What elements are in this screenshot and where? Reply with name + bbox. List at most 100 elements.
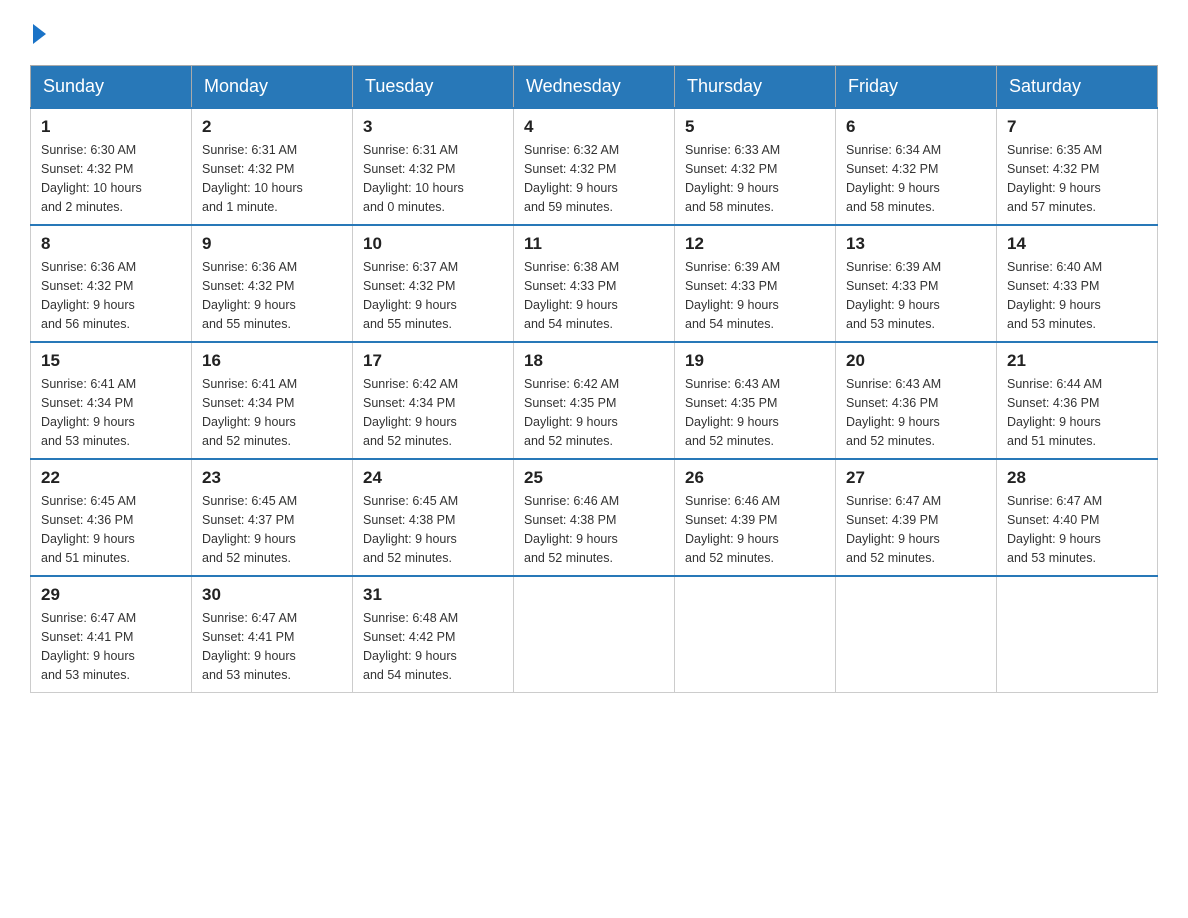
calendar-cell: 21 Sunrise: 6:44 AMSunset: 4:36 PMDayligh… [997,342,1158,459]
calendar-cell: 25Sunrise: 6:46 AMSunset: 4:38 PMDayligh… [514,459,675,576]
calendar-cell: 11 Sunrise: 6:38 AMSunset: 4:33 PMDayligh… [514,225,675,342]
day-number: 16 [202,351,342,371]
day-info: Sunrise: 6:36 AMSunset: 4:32 PMDaylight:… [41,258,181,333]
calendar-table: SundayMondayTuesdayWednesdayThursdayFrid… [30,65,1158,693]
calendar-cell: 10 Sunrise: 6:37 AMSunset: 4:32 PMDayligh… [353,225,514,342]
day-info: Sunrise: 6:31 AMSunset: 4:32 PMDaylight:… [363,141,503,216]
calendar-week-row: 22 Sunrise: 6:45 AMSunset: 4:36 PMDayligh… [31,459,1158,576]
day-number: 15 [41,351,181,371]
day-info: Sunrise: 6:45 AMSunset: 4:38 PMDaylight:… [363,492,503,567]
day-number: 5 [685,117,825,137]
calendar-cell: 9 Sunrise: 6:36 AMSunset: 4:32 PMDaylight… [192,225,353,342]
day-of-week-header: Monday [192,66,353,109]
page-header [30,20,1158,45]
calendar-cell: 31Sunrise: 6:48 AMSunset: 4:42 PMDayligh… [353,576,514,693]
day-of-week-header: Friday [836,66,997,109]
day-number: 2 [202,117,342,137]
calendar-cell: 7 Sunrise: 6:35 AMSunset: 4:32 PMDaylight… [997,108,1158,225]
calendar-cell: 24 Sunrise: 6:45 AMSunset: 4:38 PMDayligh… [353,459,514,576]
calendar-week-row: 29 Sunrise: 6:47 AMSunset: 4:41 PMDayligh… [31,576,1158,693]
day-number: 22 [41,468,181,488]
calendar-cell: 26 Sunrise: 6:46 AMSunset: 4:39 PMDayligh… [675,459,836,576]
day-number: 8 [41,234,181,254]
calendar-week-row: 15 Sunrise: 6:41 AMSunset: 4:34 PMDayligh… [31,342,1158,459]
day-info: Sunrise: 6:34 AMSunset: 4:32 PMDaylight:… [846,141,986,216]
calendar-cell: 4 Sunrise: 6:32 AMSunset: 4:32 PMDaylight… [514,108,675,225]
calendar-cell: 5 Sunrise: 6:33 AMSunset: 4:32 PMDaylight… [675,108,836,225]
day-number: 19 [685,351,825,371]
calendar-cell [997,576,1158,693]
calendar-cell: 18Sunrise: 6:42 AMSunset: 4:35 PMDayligh… [514,342,675,459]
day-info: Sunrise: 6:39 AMSunset: 4:33 PMDaylight:… [685,258,825,333]
calendar-cell: 17 Sunrise: 6:42 AMSunset: 4:34 PMDayligh… [353,342,514,459]
day-number: 21 [1007,351,1147,371]
day-of-week-header: Sunday [31,66,192,109]
day-number: 9 [202,234,342,254]
calendar-cell: 14Sunrise: 6:40 AMSunset: 4:33 PMDayligh… [997,225,1158,342]
calendar-cell: 1Sunrise: 6:30 AMSunset: 4:32 PMDaylight… [31,108,192,225]
day-number: 24 [363,468,503,488]
day-info: Sunrise: 6:47 AMSunset: 4:39 PMDaylight:… [846,492,986,567]
day-info: Sunrise: 6:31 AMSunset: 4:32 PMDaylight:… [202,141,342,216]
calendar-week-row: 1Sunrise: 6:30 AMSunset: 4:32 PMDaylight… [31,108,1158,225]
day-info: Sunrise: 6:46 AMSunset: 4:39 PMDaylight:… [685,492,825,567]
day-number: 11 [524,234,664,254]
day-number: 13 [846,234,986,254]
day-info: Sunrise: 6:39 AMSunset: 4:33 PMDaylight:… [846,258,986,333]
day-number: 4 [524,117,664,137]
calendar-cell: 29 Sunrise: 6:47 AMSunset: 4:41 PMDayligh… [31,576,192,693]
day-info: Sunrise: 6:40 AMSunset: 4:33 PMDaylight:… [1007,258,1147,333]
day-number: 7 [1007,117,1147,137]
day-of-week-header: Saturday [997,66,1158,109]
calendar-cell: 28Sunrise: 6:47 AMSunset: 4:40 PMDayligh… [997,459,1158,576]
calendar-cell: 20 Sunrise: 6:43 AMSunset: 4:36 PMDayligh… [836,342,997,459]
day-info: Sunrise: 6:42 AMSunset: 4:35 PMDaylight:… [524,375,664,450]
day-number: 20 [846,351,986,371]
calendar-cell: 8 Sunrise: 6:36 AMSunset: 4:32 PMDaylight… [31,225,192,342]
calendar-week-row: 8 Sunrise: 6:36 AMSunset: 4:32 PMDaylight… [31,225,1158,342]
day-info: Sunrise: 6:32 AMSunset: 4:32 PMDaylight:… [524,141,664,216]
day-number: 27 [846,468,986,488]
day-info: Sunrise: 6:47 AMSunset: 4:41 PMDaylight:… [202,609,342,684]
calendar-cell: 23Sunrise: 6:45 AMSunset: 4:37 PMDayligh… [192,459,353,576]
day-of-week-header: Tuesday [353,66,514,109]
day-info: Sunrise: 6:47 AMSunset: 4:40 PMDaylight:… [1007,492,1147,567]
day-number: 30 [202,585,342,605]
day-info: Sunrise: 6:36 AMSunset: 4:32 PMDaylight:… [202,258,342,333]
day-number: 29 [41,585,181,605]
calendar-cell: 6 Sunrise: 6:34 AMSunset: 4:32 PMDaylight… [836,108,997,225]
calendar-cell: 15 Sunrise: 6:41 AMSunset: 4:34 PMDayligh… [31,342,192,459]
day-info: Sunrise: 6:33 AMSunset: 4:32 PMDaylight:… [685,141,825,216]
day-number: 23 [202,468,342,488]
calendar-cell: 19 Sunrise: 6:43 AMSunset: 4:35 PMDayligh… [675,342,836,459]
day-info: Sunrise: 6:43 AMSunset: 4:35 PMDaylight:… [685,375,825,450]
calendar-cell: 27 Sunrise: 6:47 AMSunset: 4:39 PMDayligh… [836,459,997,576]
day-info: Sunrise: 6:43 AMSunset: 4:36 PMDaylight:… [846,375,986,450]
day-info: Sunrise: 6:41 AMSunset: 4:34 PMDaylight:… [202,375,342,450]
day-info: Sunrise: 6:48 AMSunset: 4:42 PMDaylight:… [363,609,503,684]
day-info: Sunrise: 6:38 AMSunset: 4:33 PMDaylight:… [524,258,664,333]
calendar-header-row: SundayMondayTuesdayWednesdayThursdayFrid… [31,66,1158,109]
day-info: Sunrise: 6:44 AMSunset: 4:36 PMDaylight:… [1007,375,1147,450]
day-number: 1 [41,117,181,137]
day-number: 25 [524,468,664,488]
day-of-week-header: Thursday [675,66,836,109]
day-info: Sunrise: 6:45 AMSunset: 4:36 PMDaylight:… [41,492,181,567]
calendar-cell: 13 Sunrise: 6:39 AMSunset: 4:33 PMDayligh… [836,225,997,342]
day-info: Sunrise: 6:41 AMSunset: 4:34 PMDaylight:… [41,375,181,450]
day-number: 26 [685,468,825,488]
day-number: 17 [363,351,503,371]
calendar-cell: 2 Sunrise: 6:31 AMSunset: 4:32 PMDaylight… [192,108,353,225]
day-of-week-header: Wednesday [514,66,675,109]
day-info: Sunrise: 6:47 AMSunset: 4:41 PMDaylight:… [41,609,181,684]
day-info: Sunrise: 6:35 AMSunset: 4:32 PMDaylight:… [1007,141,1147,216]
calendar-cell [514,576,675,693]
day-info: Sunrise: 6:42 AMSunset: 4:34 PMDaylight:… [363,375,503,450]
day-info: Sunrise: 6:37 AMSunset: 4:32 PMDaylight:… [363,258,503,333]
calendar-cell: 16 Sunrise: 6:41 AMSunset: 4:34 PMDayligh… [192,342,353,459]
calendar-cell [836,576,997,693]
day-number: 10 [363,234,503,254]
day-number: 3 [363,117,503,137]
calendar-cell: 22 Sunrise: 6:45 AMSunset: 4:36 PMDayligh… [31,459,192,576]
day-number: 6 [846,117,986,137]
